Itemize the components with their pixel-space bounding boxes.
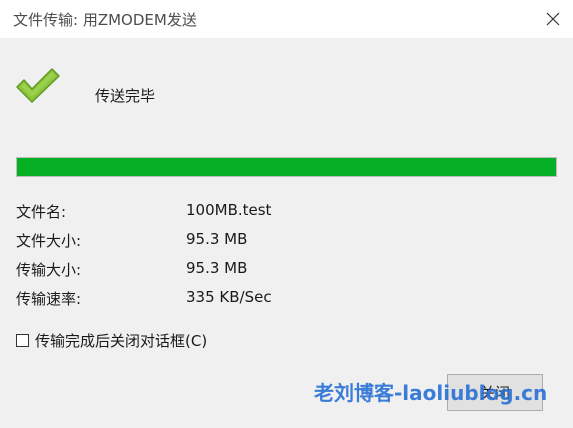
dialog-content: 传送完毕 文件名: 100MB.test 文件大小: 95.3 MB 传输大小:…: [0, 38, 573, 428]
auto-close-label: 传输完成后关闭对话框(C): [35, 332, 208, 350]
close-button[interactable]: 关闭: [447, 374, 543, 411]
checkmark-icon: [16, 68, 60, 103]
filename-label: 文件名:: [16, 203, 67, 221]
auto-close-checkbox[interactable]: [16, 334, 29, 347]
filesize-label: 文件大小:: [16, 232, 82, 250]
title-bar: 文件传输: 用ZMODEM发送: [0, 0, 573, 38]
filename-value: 100MB.test: [186, 201, 272, 219]
auto-close-option[interactable]: 传输完成后关闭对话框(C): [16, 330, 207, 351]
progress-fill: [17, 158, 556, 176]
window-title: 文件传输: 用ZMODEM发送: [13, 11, 197, 29]
rate-label: 传输速率:: [16, 290, 82, 308]
close-icon: [546, 12, 560, 26]
progress-bar: [16, 157, 557, 177]
rate-value: 335 KB/Sec: [186, 288, 272, 306]
window-close-button[interactable]: [537, 4, 569, 34]
filesize-value: 95.3 MB: [186, 230, 248, 248]
transferred-label: 传输大小:: [16, 261, 82, 279]
status-text: 传送完毕: [95, 87, 156, 105]
transferred-value: 95.3 MB: [186, 259, 248, 277]
